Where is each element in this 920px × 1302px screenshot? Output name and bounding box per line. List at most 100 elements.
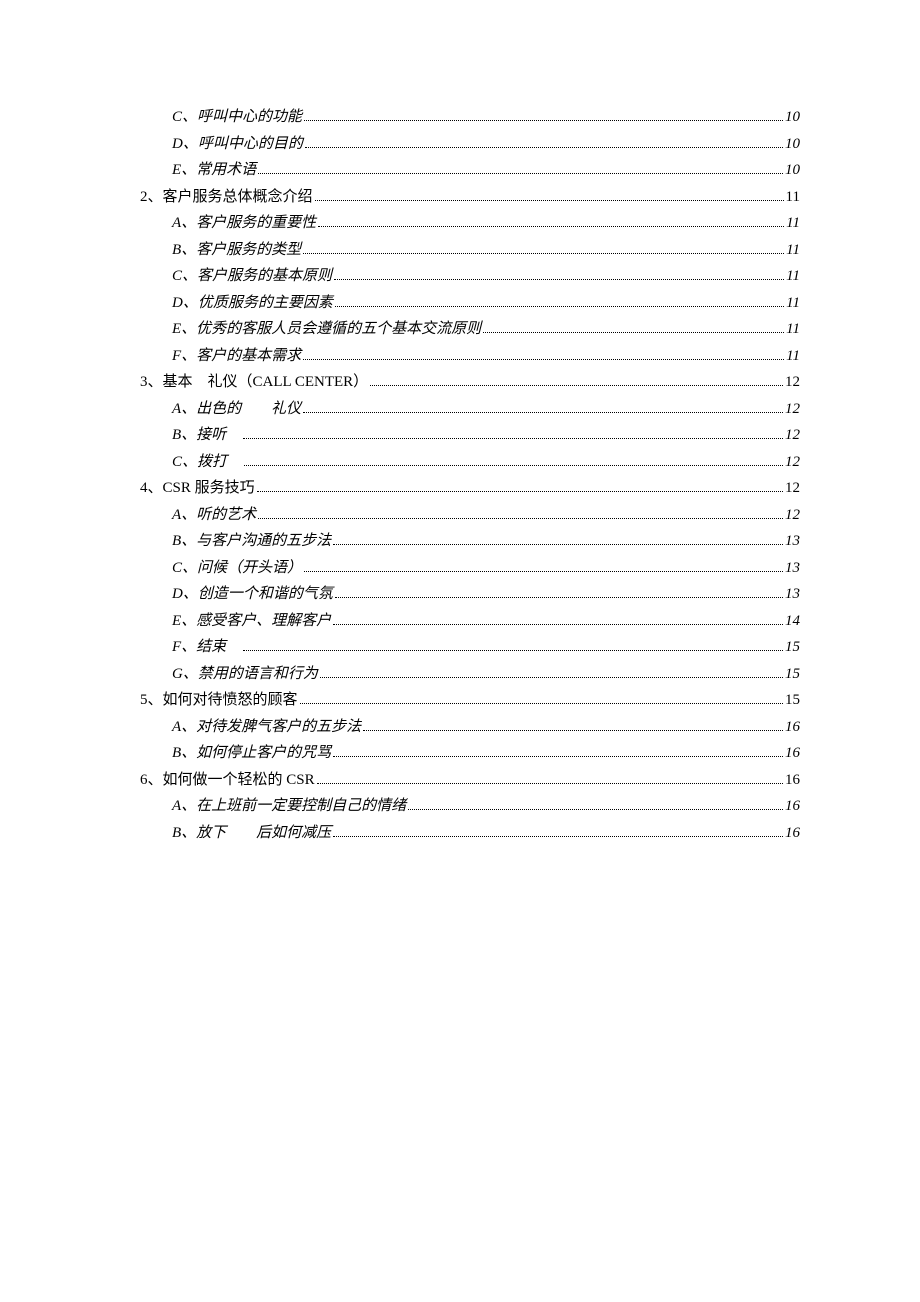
toc-entry: B、如何停止客户的咒骂16 [172, 746, 800, 761]
toc-entry-label: C、拨打 [172, 455, 242, 470]
toc-entry-label: B、接听 [172, 428, 241, 443]
toc-leader-dots [243, 650, 783, 651]
toc-entry-page: 12 [785, 481, 800, 496]
toc-leader-dots [320, 677, 783, 678]
toc-entry-page: 12 [785, 375, 800, 390]
toc-entry: 2、客户服务总体概念介绍 11 [140, 190, 800, 205]
toc-entry: C、问候（开头语） 13 [172, 561, 800, 576]
toc-entry-label: 5、如何对待愤怒的顾客 [140, 693, 298, 708]
toc-page: C、呼叫中心的功能10 D、呼叫中心的目的 10 E、常用术语 10 2、客户服务总体概念… [0, 0, 920, 841]
toc-leader-dots [333, 624, 783, 625]
toc-entry-page: 15 [785, 693, 800, 708]
toc-entry-label: E、感受客户、理解客户 [172, 614, 331, 629]
toc-entry-label: G、禁用的语言和行为 [172, 667, 318, 682]
toc-entry-page: 12 [785, 508, 800, 523]
toc-leader-dots [303, 253, 784, 254]
toc-entry-page: 11 [786, 190, 800, 205]
toc-entry-label: A、对待发脾气客户的五步法 [172, 720, 361, 735]
toc-entry: B、接听 12 [172, 428, 800, 443]
toc-leader-dots [335, 306, 784, 307]
toc-entry-label: C、客户服务的基本原则 [172, 269, 332, 284]
toc-entry: 6、如何做一个轻松的 CSR 16 [140, 773, 800, 788]
toc-entry-page: 11 [786, 269, 800, 284]
toc-leader-dots [483, 332, 784, 333]
toc-entry: F、客户的基本需求 11 [172, 349, 800, 364]
toc-entry-page: 11 [786, 243, 800, 258]
toc-entry-label: F、结束 [172, 640, 241, 655]
toc-leader-dots [258, 518, 783, 519]
toc-entry: D、呼叫中心的目的 10 [172, 137, 800, 152]
toc-entry: B、与客户沟通的五步法 13 [172, 534, 800, 549]
toc-entry-label: C、呼叫中心的功能 [172, 110, 302, 125]
toc-entry: A、在上班前一定要控制自己的情绪 16 [172, 799, 800, 814]
toc-entry-label: A、听的艺术 [172, 508, 256, 523]
toc-leader-dots [305, 147, 783, 148]
toc-leader-dots [244, 465, 783, 466]
toc-leader-dots [304, 571, 783, 572]
toc-entry-page: 11 [786, 349, 800, 364]
toc-entry: F、结束 15 [172, 640, 800, 655]
toc-entry-page: 11 [786, 322, 800, 337]
toc-leader-dots [333, 836, 783, 837]
toc-leader-dots [300, 703, 783, 704]
toc-leader-dots [370, 385, 783, 386]
toc-entry-label: 6、如何做一个轻松的 CSR [140, 773, 315, 788]
toc-entry-label: D、呼叫中心的目的 [172, 137, 303, 152]
toc-entry-page: 16 [785, 799, 800, 814]
toc-leader-dots [408, 809, 783, 810]
toc-entry: B、客户服务的类型 11 [172, 243, 800, 258]
toc-entry-page: 13 [785, 587, 800, 602]
toc-leader-dots [257, 491, 783, 492]
toc-entry-label: A、出色的 礼仪 [172, 402, 301, 417]
toc-entry-label: D、创造一个和谐的气氛 [172, 587, 333, 602]
toc-entry-label: 2、客户服务总体概念介绍 [140, 190, 313, 205]
toc-entry-label: B、与客户沟通的五步法 [172, 534, 331, 549]
toc-leader-dots [333, 544, 783, 545]
toc-entry-label: B、客户服务的类型 [172, 243, 301, 258]
toc-entry-label: B、放下 后如何减压 [172, 826, 331, 841]
toc-leader-dots [243, 438, 783, 439]
toc-entry: C、拨打 12 [172, 455, 800, 470]
toc-leader-dots [315, 200, 784, 201]
toc-entry: 3、基本 礼仪（CALL CENTER） 12 [140, 375, 800, 390]
toc-entry-page: 14 [785, 614, 800, 629]
toc-entry-label: C、问候（开头语） [172, 561, 302, 576]
toc-entry-label: 3、基本 礼仪（CALL CENTER） [140, 375, 368, 390]
toc-entry-label: 4、CSR 服务技巧 [140, 481, 255, 496]
toc-entry: C、呼叫中心的功能10 [172, 110, 800, 125]
toc-entry-page: 10 [785, 137, 800, 152]
toc-entry-label: A、客户服务的重要性 [172, 216, 316, 231]
toc-entry: B、放下 后如何减压16 [172, 826, 800, 841]
toc-entry-page: 12 [785, 402, 800, 417]
toc-leader-dots [258, 173, 783, 174]
toc-entry: D、创造一个和谐的气氛 13 [172, 587, 800, 602]
toc-entry-page: 12 [785, 428, 800, 443]
toc-entry-page: 13 [785, 534, 800, 549]
toc-entry-label: A、在上班前一定要控制自己的情绪 [172, 799, 406, 814]
toc-entry: A、出色的 礼仪 12 [172, 402, 800, 417]
toc-entry-label: F、客户的基本需求 [172, 349, 301, 364]
toc-entry: C、客户服务的基本原则 11 [172, 269, 800, 284]
toc-entry-page: 13 [785, 561, 800, 576]
toc-entry-label: E、常用术语 [172, 163, 256, 178]
toc-entry: A、客户服务的重要性 11 [172, 216, 800, 231]
toc-entry-page: 10 [785, 163, 800, 178]
toc-leader-dots [334, 279, 784, 280]
toc-entry-page: 11 [786, 216, 800, 231]
toc-entry-page: 15 [785, 667, 800, 682]
toc-entry-label: B、如何停止客户的咒骂 [172, 746, 331, 761]
toc-leader-dots [318, 226, 784, 227]
toc-entry: E、优秀的客服人员会遵循的五个基本交流原则11 [172, 322, 800, 337]
toc-leader-dots [333, 756, 783, 757]
toc-entry-page: 12 [785, 455, 800, 470]
toc-leader-dots [363, 730, 783, 731]
toc-list: C、呼叫中心的功能10 D、呼叫中心的目的 10 E、常用术语 10 2、客户服务总体概念… [140, 110, 800, 841]
toc-entry-page: 16 [785, 773, 800, 788]
toc-entry: G、禁用的语言和行为 15 [172, 667, 800, 682]
toc-entry-page: 16 [785, 720, 800, 735]
toc-entry: A、听的艺术 12 [172, 508, 800, 523]
toc-entry: A、对待发脾气客户的五步法 16 [172, 720, 800, 735]
toc-entry: E、感受客户、理解客户 14 [172, 614, 800, 629]
toc-leader-dots [304, 120, 783, 121]
toc-entry-page: 15 [785, 640, 800, 655]
